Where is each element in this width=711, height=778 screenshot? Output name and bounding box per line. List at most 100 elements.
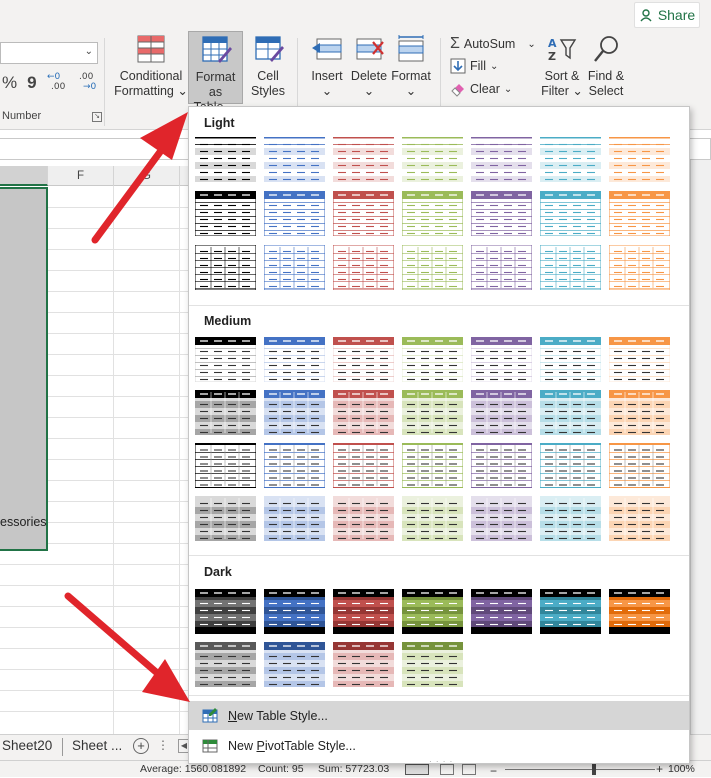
add-sheet-icon[interactable]: + (133, 738, 149, 754)
table-style-dark-1[interactable] (195, 589, 256, 635)
table-style-medium-18[interactable] (401, 442, 464, 489)
zoom-slider-thumb[interactable] (592, 764, 596, 775)
clear-button[interactable]: Clear ⌄ (450, 79, 512, 99)
table-style-light-2[interactable] (264, 137, 325, 183)
sheet-tab-more[interactable]: Sheet ... (72, 735, 122, 759)
table-style-light-5[interactable] (471, 137, 532, 183)
find-select-button[interactable]: Find & Select ⌄ (584, 34, 628, 113)
table-style-medium-28[interactable] (609, 496, 670, 541)
table-style-light-18[interactable] (401, 244, 464, 291)
table-style-medium-23[interactable] (264, 496, 325, 541)
table-style-light-6[interactable] (540, 137, 601, 183)
table-style-dark-7[interactable] (609, 589, 670, 635)
cell-styles-button[interactable]: Cell Styles ⌄ (246, 34, 290, 113)
table-style-medium-13[interactable] (540, 390, 601, 436)
table-style-light-10[interactable] (332, 190, 395, 237)
table-style-medium-3[interactable] (332, 336, 395, 383)
table-style-dark-4[interactable] (402, 589, 463, 635)
table-style-light-19[interactable] (470, 244, 533, 291)
table-style-medium-21[interactable] (608, 442, 671, 489)
table-style-light-7[interactable] (609, 137, 670, 183)
new-table-style-item[interactable]: New Table Style... (189, 701, 689, 730)
insert-button[interactable]: Insert ⌄ (306, 34, 348, 102)
comma-style-button[interactable]: 9 (27, 73, 36, 93)
format-button[interactable]: Format ⌄ (390, 34, 432, 102)
zoom-slider[interactable] (505, 769, 655, 770)
page-break-icon[interactable] (462, 764, 476, 775)
table-style-light-12[interactable] (470, 190, 533, 237)
table-style-dark-3[interactable] (333, 589, 394, 635)
share-button[interactable]: Share (634, 2, 700, 28)
vertical-scrollbar[interactable] (690, 160, 711, 735)
table-style-medium-7[interactable] (608, 336, 671, 383)
zoom-out-icon[interactable]: − (490, 764, 497, 778)
table-style-light-9[interactable] (263, 190, 326, 237)
table-style-medium-5[interactable] (470, 336, 533, 383)
normal-view-icon[interactable] (405, 764, 429, 775)
table-style-medium-1[interactable] (194, 336, 257, 383)
table-style-medium-20[interactable] (539, 442, 602, 489)
table-style-medium-17[interactable] (332, 442, 395, 489)
resize-grip-icon[interactable]: · · · · (429, 757, 453, 766)
column-header-g[interactable]: G (114, 166, 180, 186)
table-style-dark-8[interactable] (195, 642, 256, 688)
conditional-formatting-button[interactable]: Conditional Formatting ⌄ (112, 34, 190, 102)
table-style-medium-19[interactable] (470, 442, 533, 489)
table-style-medium-14[interactable] (609, 390, 670, 436)
table-style-light-3[interactable] (333, 137, 394, 183)
sheet-tab-sheet20[interactable]: Sheet20 (2, 735, 52, 759)
table-style-light-13[interactable] (539, 190, 602, 237)
table-style-medium-24[interactable] (333, 496, 394, 541)
table-style-medium-4[interactable] (401, 336, 464, 383)
table-style-light-16[interactable] (263, 244, 326, 291)
table-style-light-21[interactable] (608, 244, 671, 291)
number-format-select[interactable]: ⌄ (0, 42, 98, 64)
format-as-table-button[interactable]: Format as Table ⌄ (188, 31, 243, 114)
zoom-level[interactable]: 100% (668, 763, 695, 775)
formula-bar-expand[interactable] (688, 138, 711, 160)
table-style-medium-15[interactable] (194, 442, 257, 489)
zoom-in-icon[interactable]: + (656, 762, 663, 776)
column-header-f[interactable]: F (48, 166, 114, 186)
table-style-dark-6[interactable] (540, 589, 601, 635)
fill-button[interactable]: Fill ⌄ (450, 56, 498, 76)
dialog-launcher-icon[interactable]: ↘ (92, 112, 102, 122)
more-options-icon[interactable]: ⋮ (157, 738, 169, 752)
table-style-light-4[interactable] (402, 137, 463, 183)
table-style-dark-2[interactable] (264, 589, 325, 635)
sort-filter-button[interactable]: AZ Sort & Filter ⌄ (540, 34, 584, 102)
table-style-medium-22[interactable] (195, 496, 256, 541)
autosum-button[interactable]: Σ AutoSum ⌄ (450, 34, 536, 54)
table-style-medium-9[interactable] (264, 390, 325, 436)
table-style-medium-27[interactable] (540, 496, 601, 541)
table-style-light-1[interactable] (195, 137, 256, 183)
table-style-light-8[interactable] (194, 190, 257, 237)
table-style-dark-10[interactable] (333, 642, 394, 688)
percent-style-button[interactable]: % (2, 73, 17, 93)
table-style-light-15[interactable] (194, 244, 257, 291)
table-style-dark-11[interactable] (402, 642, 463, 688)
table-style-medium-12[interactable] (471, 390, 532, 436)
table-style-medium-26[interactable] (471, 496, 532, 541)
table-style-light-14[interactable] (608, 190, 671, 237)
table-style-dark-9[interactable] (264, 642, 325, 688)
decrease-decimal-icon[interactable]: .00 →0 (79, 70, 101, 95)
table-style-medium-6[interactable] (539, 336, 602, 383)
delete-button[interactable]: Delete ⌄ (348, 34, 390, 102)
column-header-selected[interactable] (0, 166, 48, 186)
table-style-light-20[interactable] (539, 244, 602, 291)
table-style-medium-2[interactable] (263, 336, 326, 383)
table-style-light-11[interactable] (401, 190, 464, 237)
table-style-light-17[interactable] (332, 244, 395, 291)
table-style-medium-25[interactable] (402, 496, 463, 541)
chevron-down-icon[interactable]: ⌄ (527, 39, 535, 50)
formula-bar[interactable] (0, 138, 190, 160)
table-style-medium-8[interactable] (195, 390, 256, 436)
table-style-dark-5[interactable] (471, 589, 532, 635)
table-style-medium-16[interactable] (263, 442, 326, 489)
selected-range[interactable] (0, 187, 48, 551)
increase-decimal-icon[interactable]: ←0.00 (47, 70, 69, 95)
table-style-medium-11[interactable] (402, 390, 463, 436)
table-style-medium-10[interactable] (333, 390, 394, 436)
new-pivottable-style-item[interactable]: New PivotTable Style... (189, 731, 689, 760)
